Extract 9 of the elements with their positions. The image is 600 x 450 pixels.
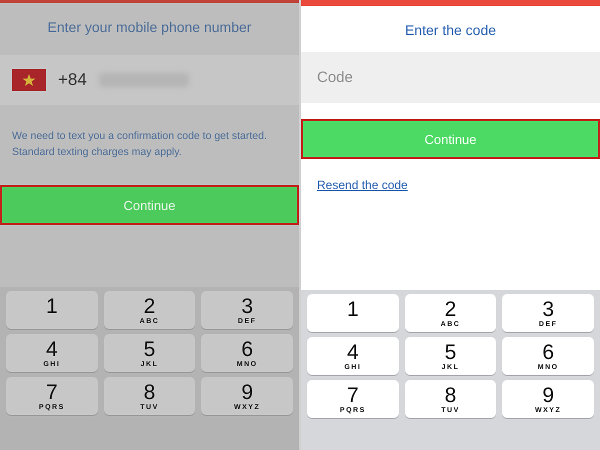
keypad-key[interactable]: 1	[6, 291, 98, 329]
code-input-field[interactable]: Code	[301, 52, 600, 103]
phone-number-field[interactable]: +84	[0, 55, 299, 105]
screen-title: Enter the code	[404, 21, 496, 36]
screen-title: Enter your mobile phone number	[48, 18, 252, 33]
keypad-key[interactable]: 1	[307, 294, 399, 332]
flag-icon	[12, 69, 46, 91]
info-text: We need to text you a confirmation code to get started. Standard texting charges may apply.	[12, 129, 268, 160]
resend-link[interactable]: Resend the code	[317, 178, 408, 192]
